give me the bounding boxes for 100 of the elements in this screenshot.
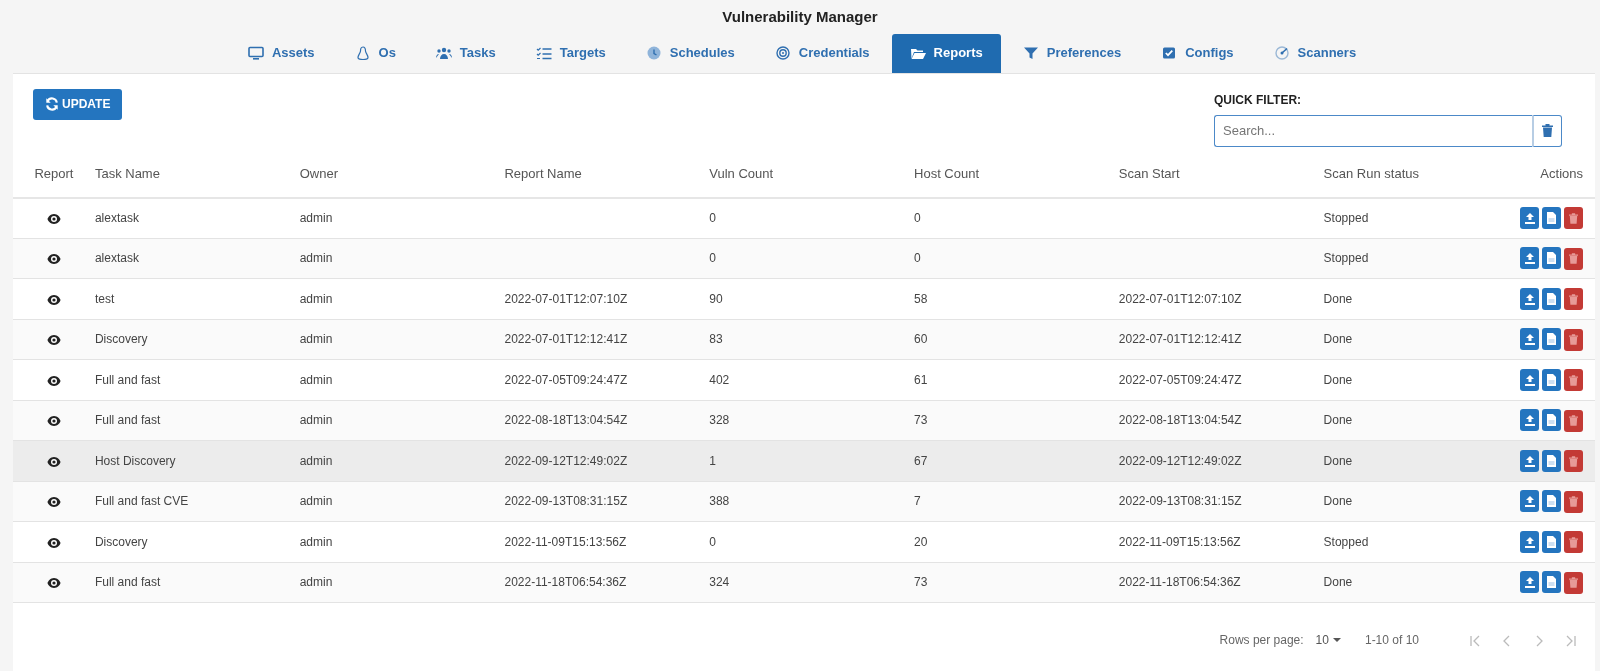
table-cell: 2022-11-09T15:13:56Z bbox=[504, 534, 627, 549]
document-button[interactable] bbox=[1542, 368, 1561, 391]
table-cell: Host Discovery bbox=[94, 453, 176, 468]
column-header: Report bbox=[34, 166, 74, 182]
delete-button[interactable] bbox=[1564, 247, 1583, 270]
document-icon bbox=[1547, 535, 1556, 548]
monitor-icon bbox=[247, 45, 264, 60]
document-button[interactable] bbox=[1542, 409, 1561, 431]
document-icon bbox=[1547, 454, 1556, 467]
table-cell: Stopped bbox=[1323, 534, 1369, 549]
table-cell: 2022-07-05T09:24:47Z bbox=[1118, 372, 1242, 387]
eye-icon[interactable] bbox=[46, 212, 61, 225]
table-cell: Full and fast CVE bbox=[94, 494, 189, 509]
radar-icon bbox=[1273, 45, 1290, 60]
delete-button[interactable] bbox=[1564, 531, 1583, 553]
table-cell: admin bbox=[299, 291, 333, 306]
upload-button[interactable] bbox=[1520, 490, 1539, 512]
table-cell: 2022-07-05T09:24:47Z bbox=[504, 372, 628, 387]
upload-button[interactable] bbox=[1520, 247, 1539, 269]
eye-icon[interactable] bbox=[46, 496, 61, 509]
eye-icon[interactable] bbox=[46, 455, 61, 468]
eye-icon[interactable] bbox=[46, 253, 61, 266]
nav-tab[interactable]: Schedules bbox=[627, 34, 753, 73]
upload-button[interactable] bbox=[1520, 530, 1539, 553]
table-cell: Full and fast bbox=[94, 413, 161, 428]
delete-button[interactable] bbox=[1564, 571, 1583, 594]
filter-icon bbox=[1022, 45, 1039, 60]
delete-button[interactable] bbox=[1564, 409, 1583, 432]
document-button[interactable] bbox=[1542, 287, 1561, 310]
upload-button[interactable] bbox=[1520, 449, 1539, 472]
table-cell: 2022-07-01T12:12:41Z bbox=[1118, 332, 1242, 347]
nav-tab[interactable]: Scanners bbox=[1255, 34, 1375, 73]
table-cell: 324 bbox=[709, 575, 730, 590]
nav-tab[interactable]: Assets bbox=[229, 34, 333, 73]
eye-icon[interactable] bbox=[46, 374, 61, 387]
table-cell: 61 bbox=[914, 372, 928, 387]
table-cell: 1 bbox=[709, 453, 716, 468]
table-cell: Done bbox=[1323, 413, 1353, 428]
column-header: Report Name bbox=[504, 166, 582, 182]
upload-icon bbox=[1524, 454, 1535, 467]
update-button[interactable]: UPDATE bbox=[33, 88, 123, 120]
upload-icon bbox=[1524, 414, 1535, 426]
eye-icon[interactable] bbox=[46, 293, 61, 306]
nav-tab[interactable]: Os bbox=[336, 34, 414, 73]
upload-button[interactable] bbox=[1520, 328, 1539, 350]
eye-icon[interactable] bbox=[46, 536, 61, 549]
first-page-icon bbox=[1469, 634, 1481, 647]
table-cell: 67 bbox=[914, 453, 928, 468]
upload-icon bbox=[1524, 292, 1535, 305]
table-cell: Done bbox=[1323, 332, 1353, 347]
upload-button[interactable] bbox=[1520, 287, 1539, 310]
document-icon bbox=[1547, 414, 1556, 426]
delete-button[interactable] bbox=[1564, 450, 1583, 472]
search-field[interactable]: Search... bbox=[1214, 114, 1532, 147]
upload-button[interactable] bbox=[1520, 409, 1539, 431]
delete-button[interactable] bbox=[1564, 328, 1583, 351]
column-header: Actions bbox=[1540, 166, 1583, 182]
table-cell: 20 bbox=[914, 534, 928, 549]
table-cell: 2022-07-01T12:07:10Z bbox=[504, 291, 628, 306]
delete-button[interactable] bbox=[1564, 490, 1583, 513]
table-cell: 60 bbox=[914, 332, 928, 347]
eye-icon[interactable] bbox=[46, 577, 61, 590]
delete-button[interactable] bbox=[1564, 288, 1583, 310]
document-button[interactable] bbox=[1542, 247, 1561, 269]
rows-per-page-select[interactable]: 10 bbox=[1315, 631, 1341, 649]
trash-icon bbox=[1569, 577, 1578, 588]
caret-icon bbox=[1332, 638, 1341, 642]
nav-tab[interactable]: Preferences bbox=[1004, 34, 1140, 73]
eye-icon[interactable] bbox=[46, 334, 61, 347]
document-button[interactable] bbox=[1542, 449, 1561, 472]
nav-tab[interactable]: Targets bbox=[517, 34, 624, 73]
document-icon bbox=[1547, 576, 1556, 588]
trash-icon bbox=[1569, 496, 1578, 507]
table-cell: Full and fast bbox=[94, 372, 161, 387]
table-cell: Stopped bbox=[1323, 211, 1369, 225]
document-button[interactable] bbox=[1542, 530, 1561, 553]
table-cell: admin bbox=[299, 251, 333, 266]
delete-button[interactable] bbox=[1564, 369, 1583, 391]
users-icon bbox=[435, 45, 452, 60]
trash-icon bbox=[1542, 124, 1553, 137]
upload-button[interactable] bbox=[1520, 368, 1539, 391]
trash-icon bbox=[1569, 415, 1578, 426]
upload-button[interactable] bbox=[1520, 206, 1539, 229]
document-button[interactable] bbox=[1542, 328, 1561, 350]
document-button[interactable] bbox=[1542, 206, 1561, 229]
nav-tab[interactable]: Configs bbox=[1143, 34, 1252, 73]
table-cell: 2022-11-09T15:13:56Z bbox=[1118, 534, 1241, 549]
document-icon bbox=[1547, 373, 1556, 386]
table-cell: 73 bbox=[914, 413, 928, 428]
delete-button[interactable] bbox=[1564, 207, 1583, 230]
document-button[interactable] bbox=[1542, 490, 1561, 512]
clear-button[interactable] bbox=[1532, 114, 1562, 147]
nav-tab[interactable]: Tasks bbox=[417, 34, 514, 73]
table-cell: admin bbox=[299, 211, 333, 225]
nav-tab[interactable]: Credentials bbox=[756, 34, 888, 73]
upload-button[interactable] bbox=[1520, 571, 1539, 593]
document-button[interactable] bbox=[1542, 571, 1561, 593]
eye-icon[interactable] bbox=[46, 415, 61, 428]
nav-tab[interactable]: Reports bbox=[891, 34, 1001, 73]
table-cell: Discovery bbox=[94, 534, 148, 549]
